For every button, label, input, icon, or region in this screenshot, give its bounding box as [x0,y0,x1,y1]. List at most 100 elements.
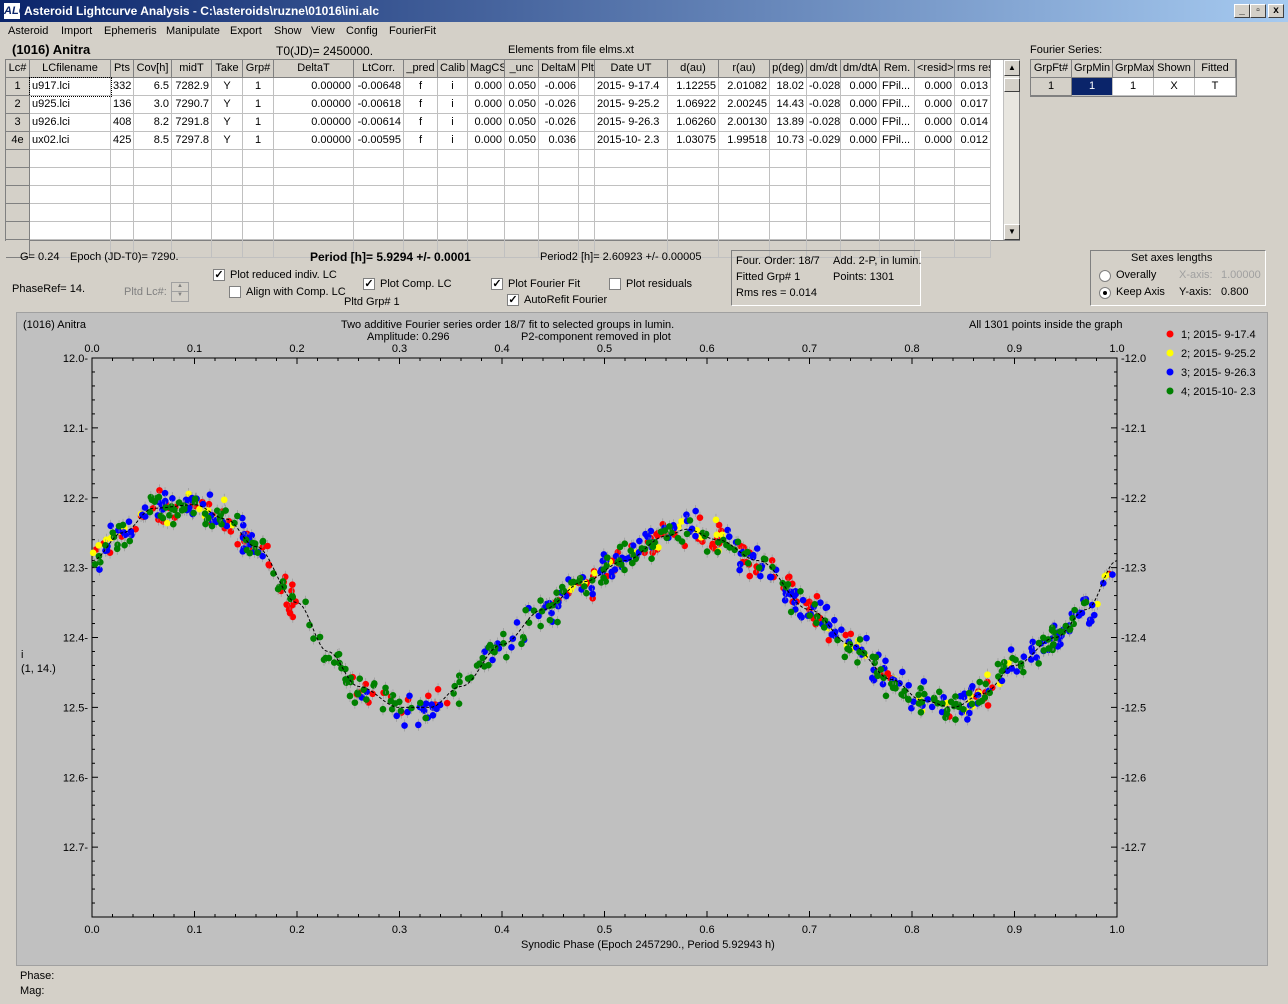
column-header[interactable]: Date UT [595,60,668,78]
column-header[interactable]: <resid> [915,60,955,78]
keep-axis-radio[interactable] [1099,287,1111,299]
table-cell[interactable] [505,150,539,168]
table-cell[interactable] [243,204,274,222]
table-cell[interactable] [807,222,841,240]
table-cell[interactable] [807,150,841,168]
table-cell[interactable] [243,150,274,168]
table-cell[interactable] [770,150,807,168]
table-cell[interactable] [134,186,172,204]
column-header[interactable]: Pts [111,60,134,78]
table-cell[interactable] [30,150,111,168]
table-cell[interactable]: 0.036 [539,132,579,150]
table-cell[interactable]: 2015-10- 2.3 [595,132,668,150]
table-cell[interactable]: 0.000 [915,96,955,114]
column-header[interactable]: Rem. [880,60,915,78]
table-cell[interactable]: i [438,114,468,132]
table-cell[interactable] [505,240,539,258]
table-cell[interactable] [955,240,991,258]
spin-up-icon[interactable]: ▲ [172,283,188,292]
table-cell[interactable] [438,204,468,222]
menu-export[interactable]: Export [230,25,262,37]
menu-show[interactable]: Show [274,25,302,37]
table-cell[interactable]: 13.89 [770,114,807,132]
table-cell[interactable]: 0.000 [841,96,880,114]
menu-asteroid[interactable]: Asteroid [8,25,48,37]
table-cell[interactable]: 0.050 [505,132,539,150]
table-cell[interactable] [354,204,404,222]
table-cell[interactable] [404,168,438,186]
table-cell[interactable] [880,150,915,168]
table-cell[interactable]: 1 [243,132,274,150]
table-cell[interactable]: 0.000 [468,132,505,150]
table-cell[interactable]: 0.013 [955,78,991,96]
table-cell[interactable]: 2015- 9-25.2 [595,96,668,114]
table-cell[interactable] [438,222,468,240]
column-header[interactable]: MagCS [468,60,505,78]
table-cell[interactable] [841,150,880,168]
row-header[interactable]: 1 [6,78,30,96]
table-cell[interactable]: f [404,96,438,114]
table-cell[interactable]: -0.028 [807,114,841,132]
table-cell[interactable] [880,222,915,240]
table-cell[interactable]: f [404,78,438,96]
table-cell[interactable]: -0.029 [807,132,841,150]
table-cell[interactable] [30,168,111,186]
table-cell[interactable] [579,204,595,222]
table-cell[interactable] [354,222,404,240]
column-header[interactable]: LtCorr. [354,60,404,78]
menu-view[interactable]: View [311,25,335,37]
table-cell[interactable] [468,240,505,258]
column-header[interactable]: dm/dt [807,60,841,78]
table-cell[interactable] [539,204,579,222]
table-cell[interactable] [915,186,955,204]
table-cell[interactable] [579,114,595,132]
table-cell[interactable] [807,168,841,186]
table-cell[interactable] [438,168,468,186]
table-cell[interactable] [438,150,468,168]
table-cell[interactable] [468,150,505,168]
table-cell[interactable]: 2.00130 [719,114,770,132]
table-cell[interactable]: 0.000 [468,96,505,114]
table-cell[interactable]: 1 [243,78,274,96]
table-cell[interactable]: 7297.8 [172,132,212,150]
table-cell[interactable] [841,204,880,222]
table-cell[interactable]: 0.000 [841,78,880,96]
table-cell[interactable]: 3.0 [134,96,172,114]
table-cell[interactable]: 7291.8 [172,114,212,132]
table-cell[interactable]: FPil... [880,78,915,96]
table-cell[interactable] [468,186,505,204]
table-cell[interactable] [595,186,668,204]
table-cell[interactable] [212,168,243,186]
table-cell[interactable] [134,222,172,240]
table-cell[interactable] [134,204,172,222]
table-cell[interactable]: Y [212,78,243,96]
table-cell[interactable] [243,240,274,258]
table-cell[interactable]: 18.02 [770,78,807,96]
menu-ephemeris[interactable]: Ephemeris [104,25,157,37]
table-cell[interactable]: f [404,114,438,132]
table-cell[interactable]: -0.028 [807,96,841,114]
column-header[interactable]: d(au) [668,60,719,78]
table-cell[interactable] [955,168,991,186]
table-cell[interactable] [719,186,770,204]
table-cell[interactable] [880,204,915,222]
table-cell[interactable]: 0.050 [505,114,539,132]
table-cell[interactable]: 1.06922 [668,96,719,114]
table-cell[interactable]: i [438,96,468,114]
table-cell[interactable] [404,186,438,204]
fourier-column-header[interactable]: GrpMax [1113,60,1154,78]
row-header[interactable] [6,150,30,168]
table-cell[interactable]: 408 [111,114,134,132]
table-cell[interactable] [212,204,243,222]
table-cell[interactable] [770,204,807,222]
plot-comp-checkbox[interactable]: ✓ [363,278,375,290]
table-cell[interactable]: Y [212,114,243,132]
table-cell[interactable]: f [404,132,438,150]
fourier-column-header[interactable]: Shown [1154,60,1195,78]
table-cell[interactable] [212,222,243,240]
table-cell[interactable]: 0.000 [915,132,955,150]
table-cell[interactable] [172,150,212,168]
scroll-thumb[interactable] [1004,78,1020,92]
table-cell[interactable] [719,204,770,222]
table-cell[interactable]: 0.014 [955,114,991,132]
